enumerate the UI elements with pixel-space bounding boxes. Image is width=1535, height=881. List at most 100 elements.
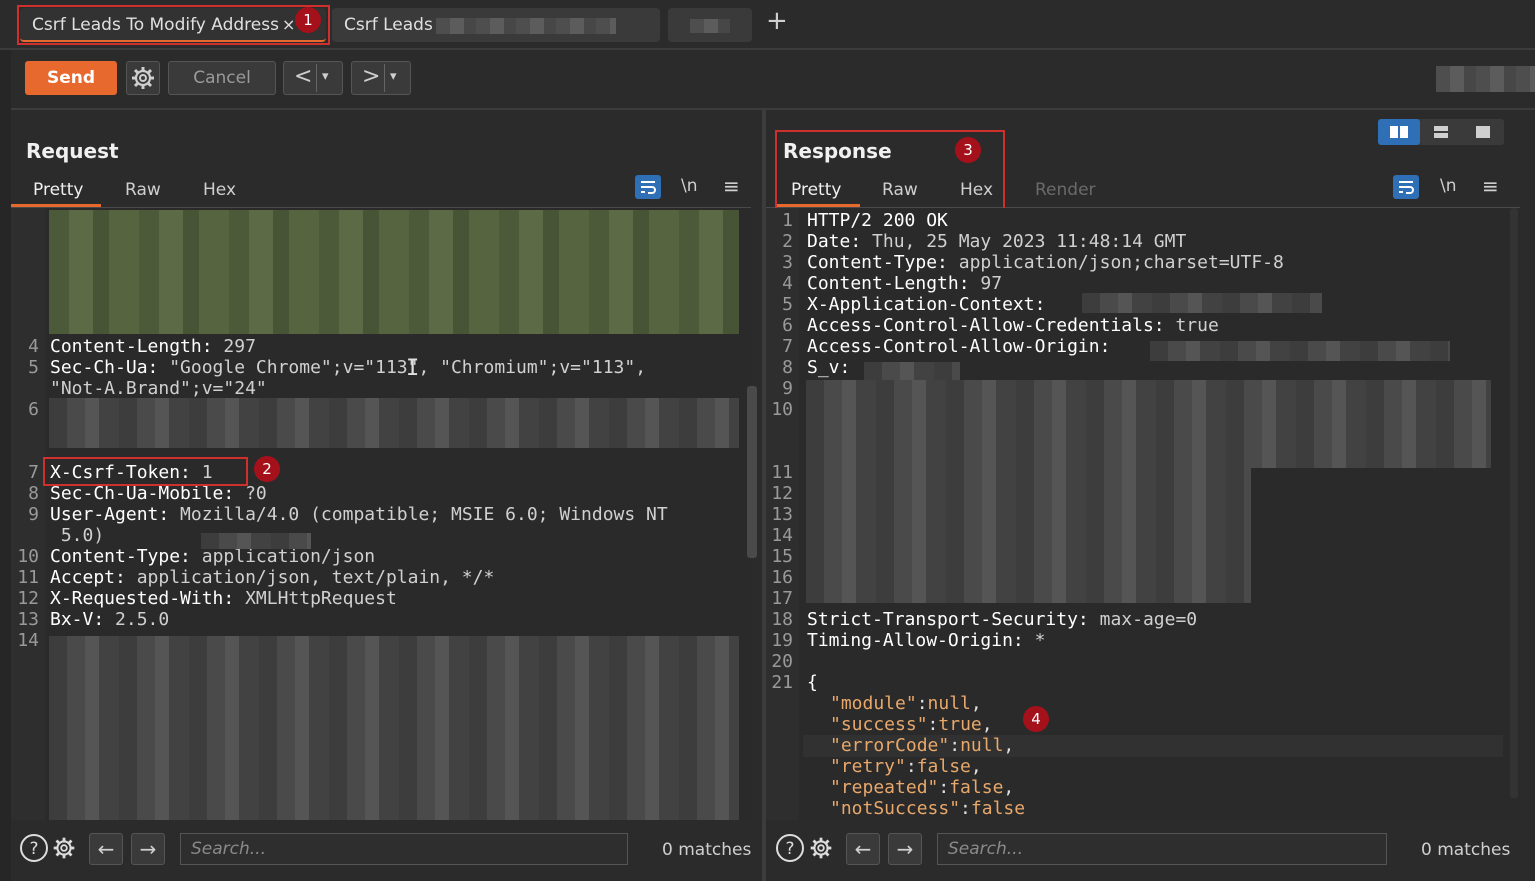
redacted-region	[1150, 341, 1450, 361]
previous-match-button[interactable]: ←	[846, 833, 880, 865]
chevron-down-icon[interactable]: ▾	[390, 62, 397, 92]
header-value: 2.5.0	[104, 609, 170, 630]
match-count: 0 matches	[1421, 840, 1511, 860]
header-name: Strict-Transport-Security:	[807, 609, 1089, 630]
request-editor[interactable]: 4 Content-Length: 297 5 Sec-Ch-Ua: "Google …	[11, 208, 757, 820]
gear-icon[interactable]	[49, 833, 79, 867]
header-name: X-Requested-With:	[50, 588, 235, 609]
redacted-region	[49, 398, 739, 448]
header-name: Accept:	[50, 567, 126, 588]
code-line: Content-Length: 97	[807, 273, 1002, 294]
json-value: null	[960, 735, 1004, 756]
divider	[316, 64, 317, 92]
layout-single-button[interactable]	[1462, 119, 1504, 145]
tab-hex[interactable]: Hex	[203, 180, 236, 200]
header-name: Access-Control-Allow-Origin:	[807, 336, 1111, 357]
header-name: Content-Type:	[807, 252, 948, 273]
cancel-button[interactable]: Cancel	[168, 61, 276, 95]
next-match-button[interactable]: →	[131, 833, 165, 865]
code-line: HTTP/2 200 OK	[807, 210, 948, 231]
json-comma: ,	[981, 714, 993, 735]
code-line: Access-Control-Allow-Origin:	[807, 336, 1110, 357]
line-number: 9	[782, 378, 793, 399]
request-title: Request	[26, 139, 119, 163]
header-name: {	[807, 672, 818, 693]
gear-icon	[132, 67, 154, 89]
response-editor[interactable]: 1 HTTP/2 200 OK 2 Date: Thu, 25 May 2023 11…	[766, 208, 1520, 820]
header-value: Mozilla/4.0 (compatible; MSIE 6.0; Windo…	[169, 504, 668, 525]
help-icon[interactable]: ?	[775, 833, 805, 867]
line-number: 16	[771, 567, 793, 588]
redacted-region	[436, 18, 616, 34]
back-button[interactable]: < ▾	[283, 61, 343, 95]
layout-switcher	[1378, 119, 1504, 145]
scrollbar[interactable]	[1510, 208, 1518, 798]
line-number: 12	[17, 588, 39, 609]
tab-pretty[interactable]: Pretty	[33, 180, 83, 200]
request-search-bar: ? ← → Search... 0 matches	[11, 823, 762, 879]
help-icon[interactable]: ?	[19, 833, 49, 867]
header-name: Sec-Ch-Ua-Mobile:	[50, 483, 235, 504]
json-value: false	[916, 756, 971, 777]
json-colon: :	[927, 714, 939, 735]
json-colon: :	[916, 693, 928, 714]
json-comma: ,	[1003, 777, 1015, 798]
header-name: Content-Type:	[50, 546, 191, 567]
line-number: 5	[28, 357, 39, 378]
next-match-button[interactable]: →	[888, 833, 922, 865]
divider	[384, 64, 385, 92]
line-number: 4	[782, 273, 793, 294]
newline-toggle[interactable]: \n	[1440, 176, 1457, 196]
menu-icon[interactable]: ≡	[1482, 174, 1499, 198]
line-number: 6	[28, 399, 39, 420]
forward-button[interactable]: > ▾	[351, 61, 411, 95]
arrow-left-icon: ←	[97, 837, 115, 861]
line-number: 7	[28, 462, 39, 483]
text-cursor-icon: I	[406, 356, 420, 381]
json-colon: :	[938, 777, 950, 798]
redacted-region	[49, 636, 739, 820]
redacted-region	[690, 19, 730, 33]
json-key: "repeated"	[830, 777, 939, 798]
tab-raw[interactable]: Raw	[125, 180, 161, 200]
tab-redacted[interactable]	[668, 8, 752, 42]
header-value: "Not-A.Brand";v="24"	[50, 378, 267, 399]
tab-label: Csrf Leads	[344, 15, 433, 35]
tab-render[interactable]: Render	[1035, 180, 1096, 200]
code-line: Strict-Transport-Security: max-age=0	[807, 609, 1197, 630]
send-button[interactable]: Send	[25, 61, 117, 95]
header-name: Content-Length:	[50, 336, 213, 357]
line-number: 4	[28, 336, 39, 357]
settings-button[interactable]	[126, 61, 160, 95]
layout-side-by-side-button[interactable]	[1378, 119, 1420, 145]
chevron-right-icon: >	[362, 64, 381, 89]
word-wrap-toggle[interactable]	[1393, 175, 1419, 199]
newline-toggle[interactable]: \n	[681, 176, 698, 196]
layout-stacked-button[interactable]	[1420, 119, 1462, 145]
gear-icon[interactable]	[806, 833, 836, 867]
json-comma: ,	[970, 756, 982, 777]
rows-icon	[1434, 126, 1448, 138]
redacted-region	[806, 468, 1251, 603]
response-search-input[interactable]: Search...	[937, 833, 1387, 865]
code-line: Date: Thu, 25 May 2023 11:48:14 GMT	[807, 231, 1186, 252]
json-comma: ,	[1003, 735, 1015, 756]
menu-icon[interactable]: ≡	[723, 174, 740, 198]
header-value: "Google Chrome";v="113", "Chromium";v="1…	[158, 357, 647, 378]
chevron-down-icon[interactable]: ▾	[322, 62, 329, 92]
header-name: X-Application-Context:	[807, 294, 1046, 315]
line-number: 19	[771, 630, 793, 651]
code-line: Sec-Ch-Ua: "Google Chrome";v="113", "Chr…	[50, 357, 646, 378]
word-wrap-toggle[interactable]	[635, 175, 661, 199]
code-line: Content-Length: 297	[50, 336, 256, 357]
line-number: 8	[28, 483, 39, 504]
code-line: Timing-Allow-Origin: *	[807, 630, 1045, 651]
scrollbar[interactable]	[747, 386, 757, 558]
line-number: 11	[17, 567, 39, 588]
tab-csrf-leads[interactable]: Csrf Leads	[332, 8, 660, 42]
line-number: 6	[782, 315, 793, 336]
new-tab-button[interactable]: +	[766, 6, 788, 36]
previous-match-button[interactable]: ←	[89, 833, 123, 865]
request-search-input[interactable]: Search...	[180, 833, 628, 865]
json-colon: :	[960, 798, 971, 819]
